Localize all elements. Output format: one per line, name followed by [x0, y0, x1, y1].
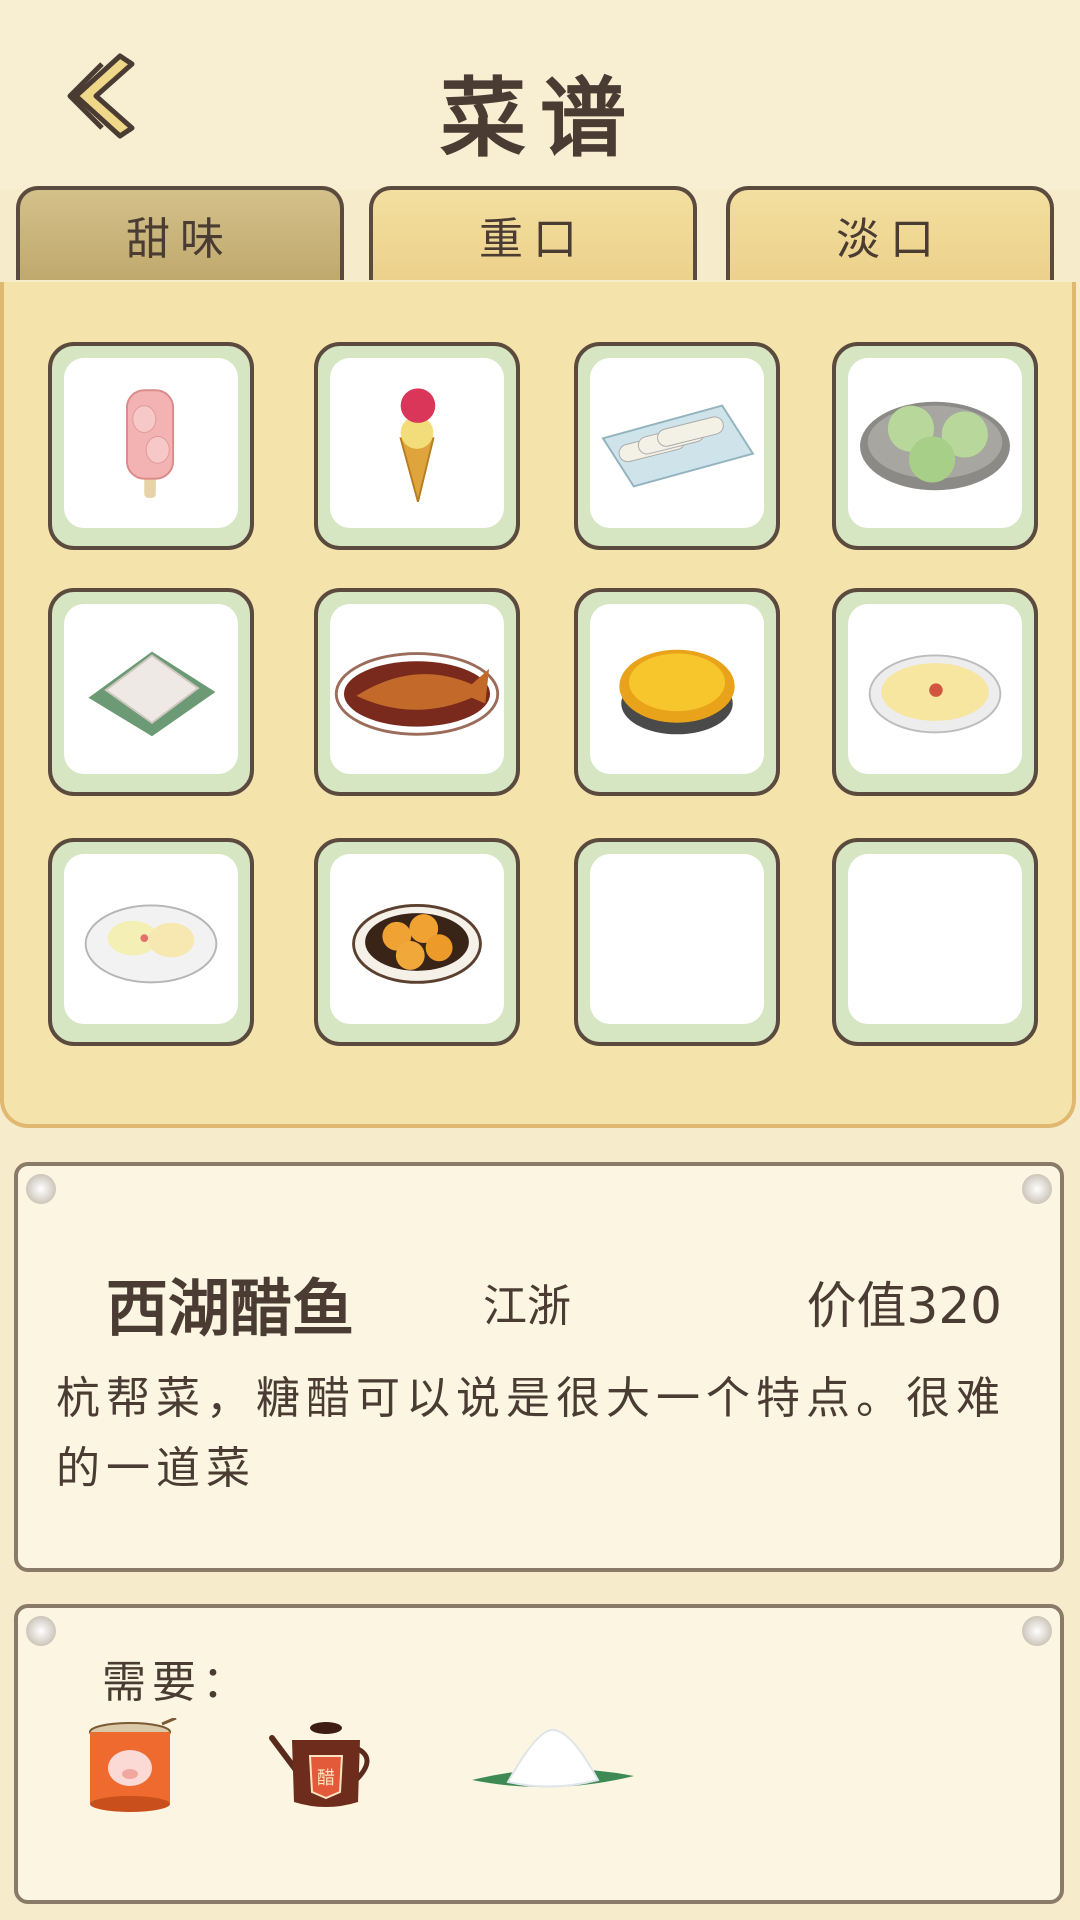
white-cake-icon	[88, 651, 216, 737]
recipe-slot-empty[interactable]	[574, 838, 780, 1046]
recipe-slot[interactable]	[314, 342, 520, 550]
glazed-balls-plate-icon	[352, 904, 482, 984]
dish-name: 西湖醋鱼	[106, 1272, 355, 1345]
recipe-slot[interactable]	[48, 838, 254, 1046]
dish-region: 江浙	[483, 1281, 571, 1332]
dish-value: 价值320	[806, 1277, 1002, 1335]
egg-custard-tart-icon	[619, 649, 735, 735]
tab-heavy[interactable]: 重口	[369, 186, 697, 280]
page-title: 菜谱	[440, 69, 640, 169]
pin-icon	[26, 1616, 56, 1646]
vinegar-pot-icon: 醋	[269, 1722, 370, 1807]
omelette-plate-icon	[868, 654, 1002, 734]
green-mochi-icon	[860, 401, 1010, 491]
recipe-slot[interactable]	[574, 588, 780, 796]
pin-icon	[26, 1174, 56, 1204]
recipe-grid	[0, 282, 1076, 1128]
recipe-slot[interactable]	[314, 838, 520, 1046]
dish-description: 杭帮菜，糖醋可以说是很大一个特点。很难的一道菜	[56, 1373, 1006, 1494]
recipe-slot[interactable]	[832, 588, 1038, 796]
recipe-slot-empty[interactable]	[832, 838, 1038, 1046]
tab-light[interactable]: 淡口	[726, 186, 1054, 280]
ingredient-item	[84, 1716, 180, 1814]
header: 菜谱	[0, 0, 1080, 190]
sugar-icon	[472, 1728, 634, 1788]
ice-cream-cone-icon	[399, 388, 436, 503]
recipe-slot[interactable]	[48, 588, 254, 796]
category-tabs: 甜味 重口 淡口	[0, 186, 1080, 286]
requirements-label: 需要：	[102, 1657, 252, 1708]
recipe-slot[interactable]	[314, 588, 520, 796]
recipe-slot[interactable]	[574, 342, 780, 550]
recipe-slot[interactable]	[48, 342, 254, 550]
tab-sweet[interactable]: 甜味	[16, 186, 344, 280]
recipe-slot[interactable]	[832, 342, 1038, 550]
pin-icon	[1022, 1616, 1052, 1646]
svg-text:醋: 醋	[317, 1768, 335, 1789]
strawberry-popsicle-icon	[126, 389, 175, 498]
recipe-detail-card: 西湖醋鱼 江浙 价值320 杭帮菜，糖醋可以说是很大一个特点。很难的一道菜	[14, 1162, 1064, 1572]
vinegar-fish-icon	[334, 652, 500, 736]
canned-pork-icon	[89, 1716, 177, 1812]
steamed-buns-plate-icon	[84, 904, 218, 984]
ingredient-item: 醋	[262, 1718, 382, 1814]
rice-rolls-icon	[601, 404, 755, 488]
pin-icon	[1022, 1174, 1052, 1204]
ingredient-item	[468, 1718, 638, 1814]
ingredients-card: 需要： 醋	[14, 1604, 1064, 1904]
